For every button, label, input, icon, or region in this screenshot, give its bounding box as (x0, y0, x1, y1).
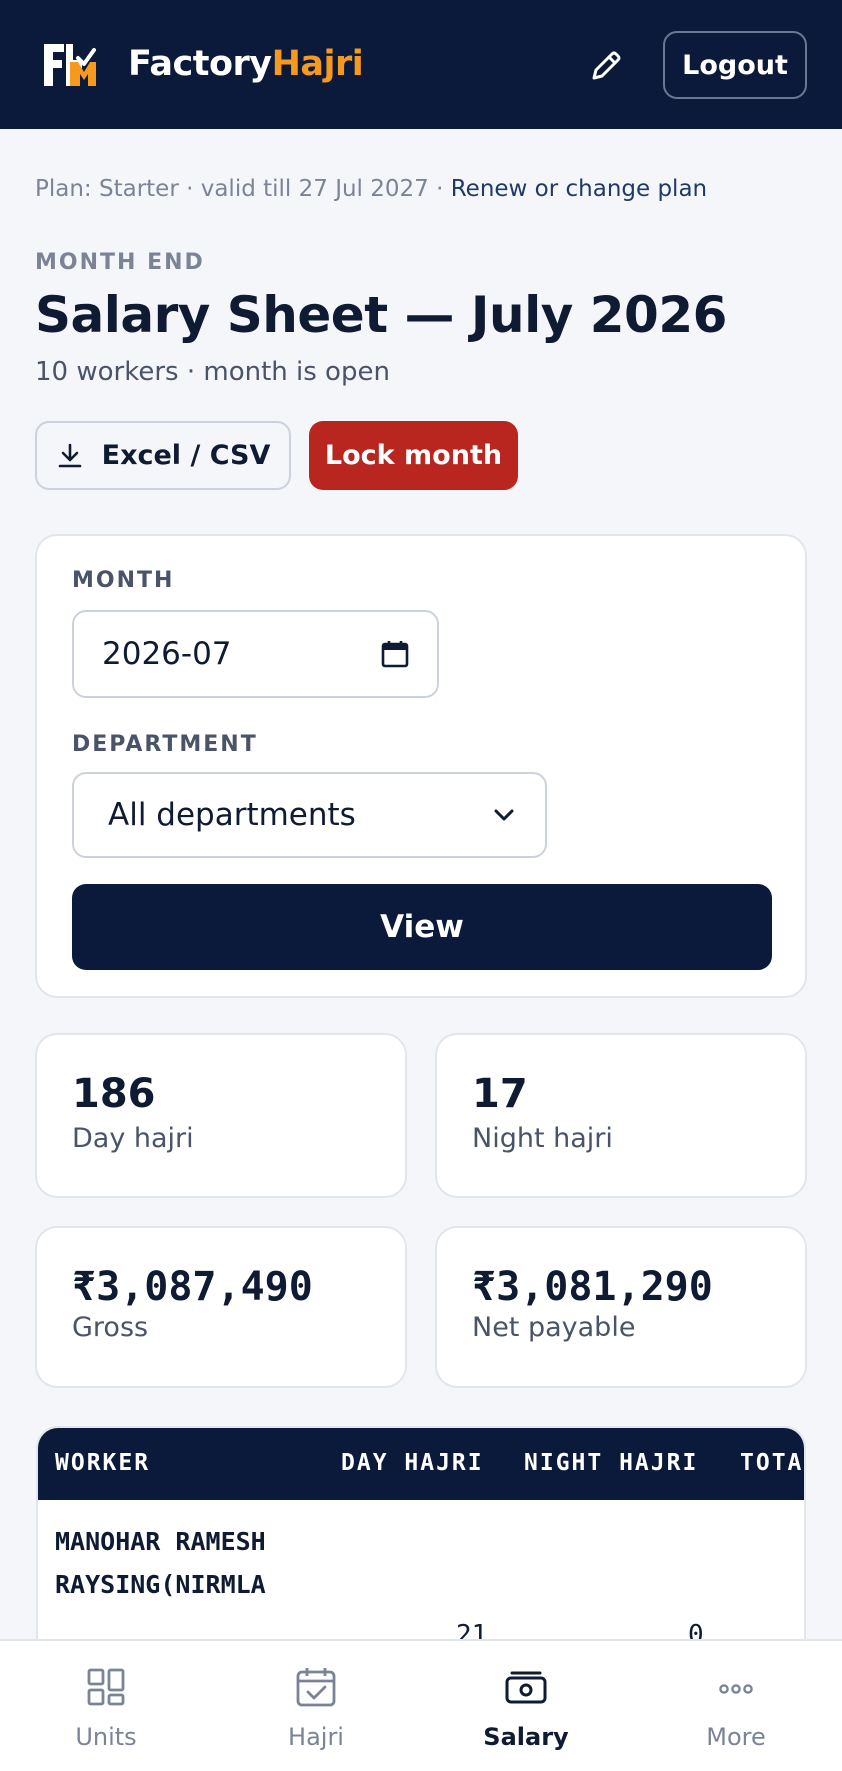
worker-name-cell: MANOHAR RAMESH RAYSING(NIRMLA (55, 1527, 266, 1599)
nav-label: Salary (483, 1723, 569, 1751)
page-title: Salary Sheet — July 2026 (35, 286, 727, 344)
month-input[interactable]: 2026-07 (72, 610, 439, 698)
export-csv-button[interactable]: Excel / CSV (35, 421, 291, 490)
bottom-navigation: Units Hajri Salary More (0, 1639, 842, 1771)
page-eyebrow: MONTH END (35, 250, 205, 275)
cash-icon (505, 1671, 547, 1704)
brand-name[interactable]: FactoryHajri (128, 44, 364, 84)
view-button[interactable]: View (72, 884, 772, 970)
download-icon (58, 443, 81, 467)
stat-value: 186 (72, 1071, 156, 1117)
nav-item-hajri[interactable]: Hajri (236, 1665, 396, 1751)
grid-icon (87, 1668, 125, 1706)
plan-info: Plan: Starter · valid till 27 Jul 2027 ·… (35, 176, 707, 202)
top-bar: FactoryHajri Logout (0, 0, 842, 129)
calendar-check-icon (296, 1668, 336, 1707)
brand-name-accent: Hajri (271, 44, 364, 84)
stat-value: ₹3,081,290 (472, 1264, 713, 1310)
nav-label: More (706, 1723, 766, 1751)
department-label: DEPARTMENT (72, 732, 258, 757)
stat-label: Net payable (472, 1312, 636, 1343)
department-select[interactable]: All departments (72, 772, 547, 858)
logout-button[interactable]: Logout (663, 31, 807, 99)
stat-label: Night hajri (472, 1123, 613, 1154)
column-header-day-hajri[interactable]: DAY HAJRI (341, 1450, 484, 1476)
column-header-night-hajri[interactable]: NIGHT HAJRI (524, 1450, 698, 1476)
chevron-down-icon (494, 809, 514, 821)
department-select-value: All departments (108, 797, 356, 833)
filter-card: MONTH 2026-07 DEPARTMENT All departments… (35, 534, 807, 998)
nav-item-units[interactable]: Units (26, 1665, 186, 1751)
stat-value: ₹3,087,490 (72, 1264, 313, 1310)
export-csv-label: Excel / CSV (101, 440, 271, 471)
lock-month-button[interactable]: Lock month (309, 421, 518, 490)
more-dots-icon (719, 1684, 753, 1694)
pencil-icon[interactable] (586, 48, 624, 86)
table-header: WORKER DAY HAJRI NIGHT HAJRI TOTA (38, 1428, 804, 1500)
stat-card-net-payable: ₹3,081,290 Net payable (435, 1226, 807, 1388)
column-header-worker[interactable]: WORKER (55, 1450, 150, 1476)
stat-label: Gross (72, 1312, 149, 1343)
renew-plan-link[interactable]: Renew or change plan (451, 176, 707, 202)
brand-name-primary: Factory (128, 44, 272, 84)
stat-card-gross: ₹3,087,490 Gross (35, 1226, 407, 1388)
stat-value: 17 (472, 1071, 528, 1117)
nav-label: Units (75, 1723, 137, 1751)
stat-card-day-hajri: 186 Day hajri (35, 1033, 407, 1198)
factoryhajri-logo-icon[interactable] (40, 40, 96, 90)
calendar-icon[interactable] (381, 639, 409, 669)
nav-label: Hajri (288, 1723, 344, 1751)
month-label: MONTH (72, 568, 175, 593)
page-subtitle: 10 workers · month is open (35, 357, 390, 387)
column-header-total[interactable]: TOTA (740, 1450, 803, 1476)
nav-item-salary[interactable]: Salary (446, 1665, 606, 1751)
nav-item-more[interactable]: More (656, 1665, 816, 1751)
stat-label: Day hajri (72, 1123, 194, 1154)
plan-text: Plan: Starter · valid till 27 Jul 2027 · (35, 176, 451, 202)
stat-card-night-hajri: 17 Night hajri (435, 1033, 807, 1198)
month-input-value: 2026-07 (102, 636, 232, 672)
